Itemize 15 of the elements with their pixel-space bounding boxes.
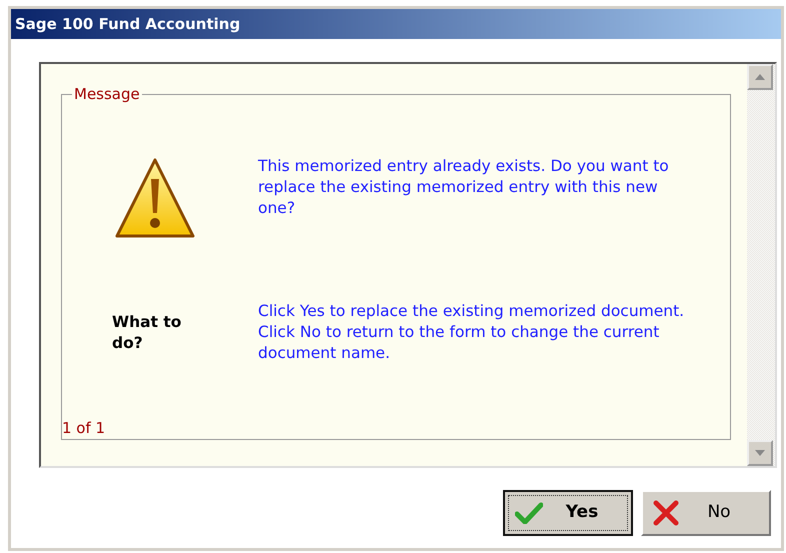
down-arrow-icon bbox=[755, 450, 765, 456]
message-text: Click Yes to replace the existing memorized document. Click No to return to the form to change the current document name. bbox=[258, 301, 686, 364]
checkmark-icon bbox=[515, 502, 543, 524]
section-heading: What to do? bbox=[112, 312, 182, 354]
yes-button[interactable]: Yes bbox=[503, 490, 633, 536]
message-text: This memorized entry already exists. Do you want to replace the existing memorized entry with this new one? bbox=[258, 156, 670, 218]
scroll-up-button[interactable] bbox=[747, 64, 773, 90]
warning-icon bbox=[114, 157, 196, 239]
scrollbar[interactable] bbox=[747, 64, 775, 466]
x-icon bbox=[653, 500, 679, 526]
page-counter: 1 of 1 bbox=[62, 418, 106, 438]
window-title: Sage 100 Fund Accounting bbox=[11, 9, 781, 39]
scroll-down-button[interactable] bbox=[747, 440, 773, 466]
no-button[interactable]: No bbox=[641, 490, 771, 536]
up-arrow-icon bbox=[755, 74, 765, 80]
